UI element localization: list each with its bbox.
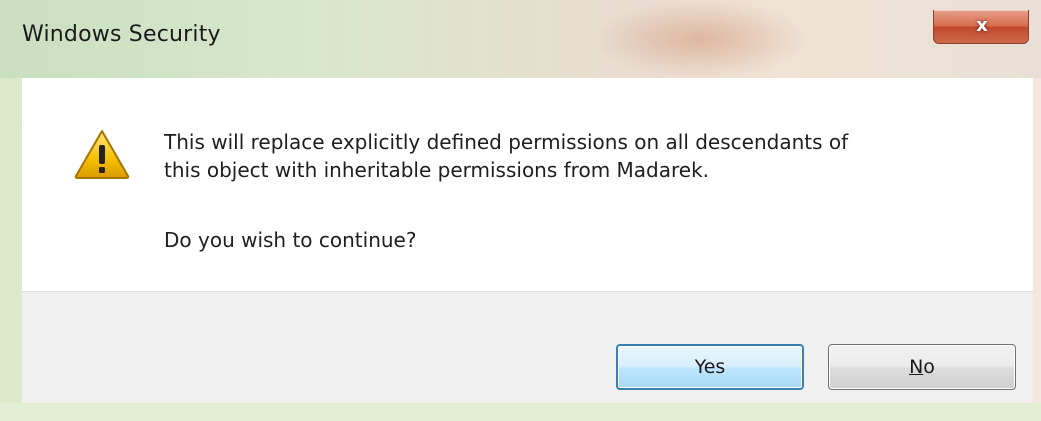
message-text-line-2: this object with inheritable permissions… xyxy=(164,158,710,182)
title-bar-glow xyxy=(590,0,810,78)
window-bottom-border xyxy=(0,403,1041,421)
no-button-label: No xyxy=(909,356,935,378)
yes-button-label: Yes xyxy=(694,356,726,378)
message-area: This will replace explicitly defined per… xyxy=(22,78,1033,291)
close-button[interactable]: x xyxy=(933,10,1029,44)
confirmation-question: Do you wish to continue? xyxy=(164,228,417,252)
no-button-label-rest: o xyxy=(923,356,935,378)
warning-icon xyxy=(74,130,130,179)
security-dialog: Windows Security x This will replace exp… xyxy=(0,0,1041,421)
title-bar[interactable]: Windows Security x xyxy=(0,0,1041,78)
window-title: Windows Security xyxy=(22,22,221,47)
yes-button[interactable]: Yes xyxy=(616,344,804,390)
message-text-line-1: This will replace explicitly defined per… xyxy=(164,130,849,154)
no-button[interactable]: No xyxy=(828,344,1016,390)
button-bar: Yes No xyxy=(22,291,1033,403)
no-button-accelerator: N xyxy=(909,356,924,378)
close-icon: x xyxy=(976,14,988,36)
